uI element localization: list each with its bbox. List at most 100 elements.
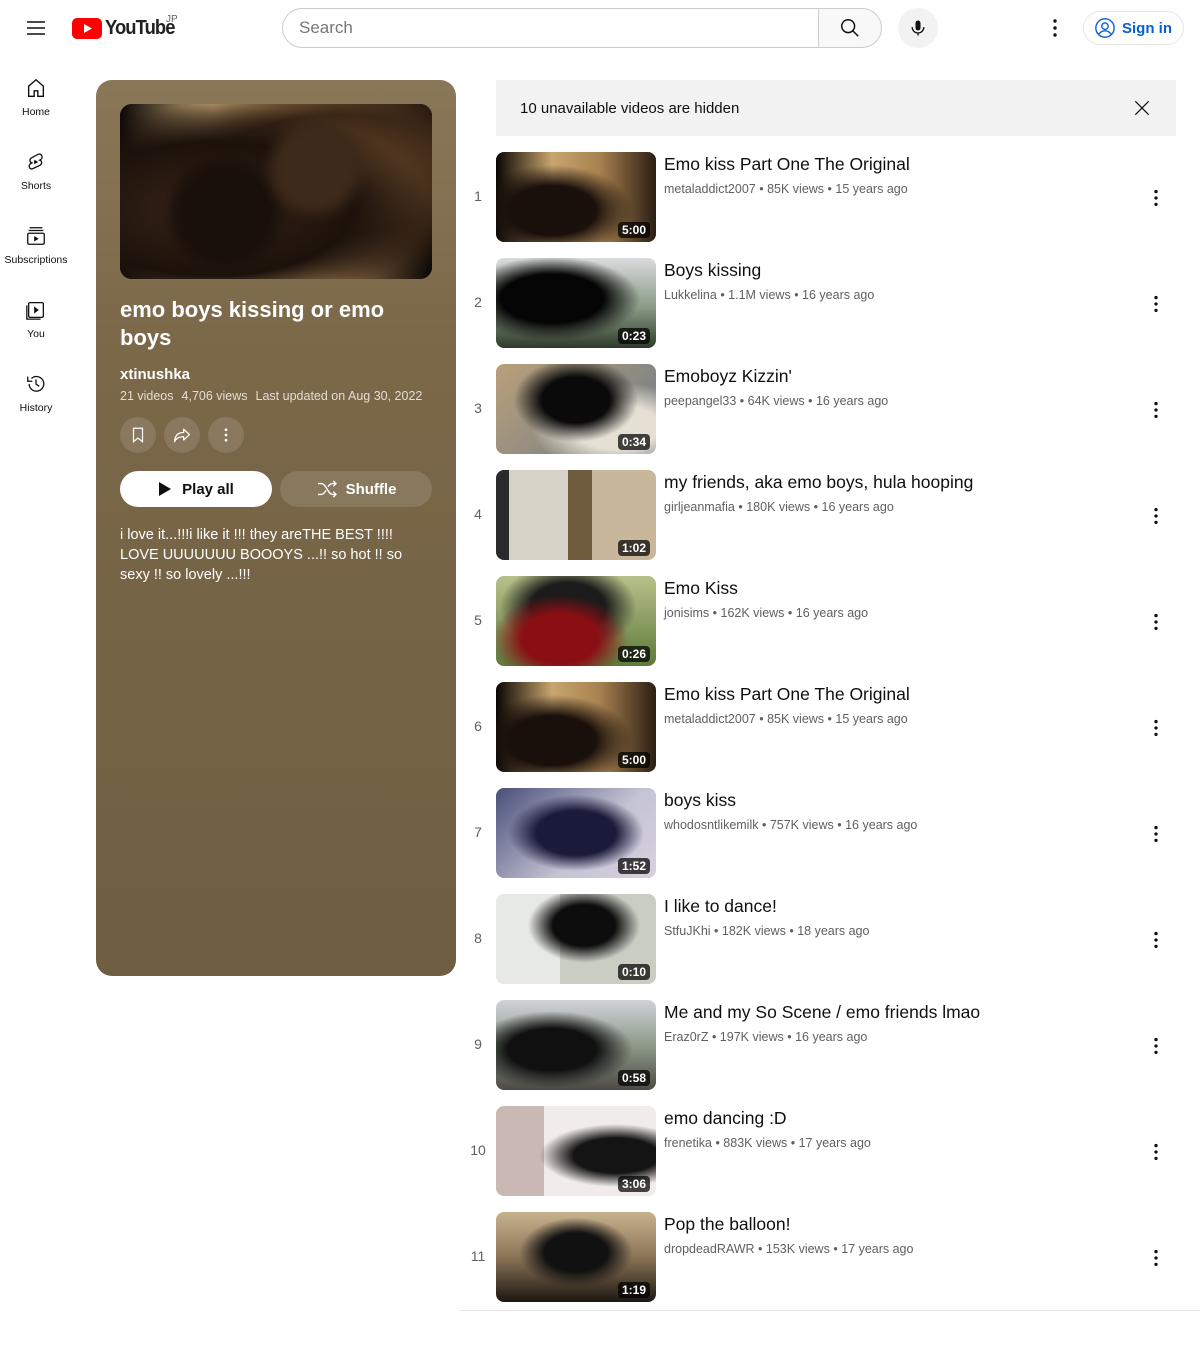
video-title[interactable]: Emoboyz Kizzin' — [664, 364, 792, 388]
video-thumbnail[interactable]: 0:58 — [496, 1000, 656, 1090]
video-index: 5 — [474, 612, 482, 628]
meta-separator: • — [794, 288, 803, 302]
more-vert-icon — [1154, 295, 1158, 313]
search-input[interactable] — [282, 8, 818, 48]
search-button[interactable] — [818, 8, 882, 48]
channel-name[interactable]: girljeanmafia — [664, 500, 735, 514]
video-menu-button[interactable] — [1136, 920, 1176, 960]
video-thumbnail[interactable]: 3:06 — [496, 1106, 656, 1196]
playlist-video-row[interactable]: 6 5:00 Emo kiss Part One The Original me… — [460, 678, 1200, 784]
playlist-video-row[interactable]: 1 5:00 Emo kiss Part One The Original me… — [460, 148, 1200, 254]
playlist-video-row[interactable]: 10 3:06 emo dancing :D frenetika • 883K … — [460, 1102, 1200, 1208]
playlist-video-row[interactable]: 2 0:23 Boys kissing Lukkelina • 1.1M vie… — [460, 254, 1200, 360]
mini-guide: Home Shorts Subscriptions You History — [0, 56, 72, 426]
play-all-button[interactable]: Play all — [120, 471, 272, 507]
video-menu-button[interactable] — [1136, 390, 1176, 430]
guide-item-history[interactable]: History — [0, 352, 72, 426]
shuffle-button[interactable]: Shuffle — [280, 471, 432, 507]
video-duration-badge: 5:00 — [617, 222, 650, 238]
meta-separator: • — [790, 1136, 799, 1150]
channel-name[interactable]: metaladdict2007 — [664, 712, 756, 726]
video-title[interactable]: Emo kiss Part One The Original — [664, 152, 910, 176]
video-title[interactable]: Emo kiss Part One The Original — [664, 682, 910, 706]
playlist-actions — [120, 417, 432, 453]
video-title[interactable]: Emo Kiss — [664, 576, 738, 600]
video-menu-button[interactable] — [1136, 1238, 1176, 1278]
guide-item-shorts[interactable]: Shorts — [0, 130, 72, 204]
video-title[interactable]: Boys kissing — [664, 258, 761, 282]
channel-name[interactable]: frenetika — [664, 1136, 712, 1150]
video-menu-button[interactable] — [1136, 284, 1176, 324]
video-thumbnail[interactable]: 1:02 — [496, 470, 656, 560]
playlist-video-row[interactable]: 9 0:58 Me and my So Scene / emo friends … — [460, 996, 1200, 1102]
sign-in-label: Sign in — [1122, 19, 1172, 37]
more-actions-button[interactable] — [208, 417, 244, 453]
home-icon — [24, 76, 48, 100]
meta-separator: • — [714, 924, 722, 938]
video-thumbnail[interactable]: 1:19 — [496, 1212, 656, 1302]
channel-name[interactable]: whodosntlikemilk — [664, 818, 758, 832]
settings-menu-button[interactable] — [1035, 8, 1075, 48]
meta-separator: • — [787, 1030, 796, 1044]
sign-in-button[interactable]: Sign in — [1083, 11, 1184, 45]
video-index: 1 — [474, 188, 482, 204]
channel-name[interactable]: peepangel33 — [664, 394, 736, 408]
video-menu-button[interactable] — [1136, 814, 1176, 854]
video-title[interactable]: I like to dance! — [664, 894, 777, 918]
save-playlist-button[interactable] — [120, 417, 156, 453]
video-thumbnail[interactable]: 1:52 — [496, 788, 656, 878]
video-title[interactable]: emo dancing :D — [664, 1106, 787, 1130]
video-title[interactable]: Me and my So Scene / emo friends lmao — [664, 1000, 980, 1024]
youtube-logo[interactable]: YouTube — [72, 17, 181, 39]
playlist-video-row[interactable]: 7 1:52 boys kiss whodosntlikemilk • 757K… — [460, 784, 1200, 890]
dismiss-alert-button[interactable] — [1124, 90, 1160, 126]
video-thumbnail[interactable]: 0:26 — [496, 576, 656, 666]
channel-name[interactable]: StfuJKhi — [664, 924, 711, 938]
guide-item-subscriptions[interactable]: Subscriptions — [0, 204, 72, 278]
share-button[interactable] — [164, 417, 200, 453]
video-menu-button[interactable] — [1136, 1026, 1176, 1066]
video-thumbnail[interactable]: 5:00 — [496, 152, 656, 242]
video-title[interactable]: boys kiss — [664, 788, 736, 812]
video-metadata: girljeanmafia • 180K views • 16 years ag… — [664, 500, 894, 514]
playlist-video-row[interactable]: 5 0:26 Emo Kiss jonisims • 162K views • … — [460, 572, 1200, 678]
video-thumbnail[interactable]: 5:00 — [496, 682, 656, 772]
video-title[interactable]: Pop the balloon! — [664, 1212, 791, 1236]
playlist-owner-link[interactable]: xtinushka — [120, 366, 432, 383]
video-menu-button[interactable] — [1136, 708, 1176, 748]
logo-wordmark: YouTube — [105, 16, 175, 39]
playlist-video-row[interactable]: 11 1:19 Pop the balloon! dropdeadRAWR • … — [460, 1208, 1200, 1314]
video-menu-button[interactable] — [1136, 602, 1176, 642]
channel-name[interactable]: Eraz0rZ — [664, 1030, 708, 1044]
search-box — [282, 8, 882, 48]
channel-name[interactable]: metaladdict2007 — [664, 182, 756, 196]
video-thumbnail[interactable]: 0:23 — [496, 258, 656, 348]
channel-name[interactable]: dropdeadRAWR — [664, 1242, 755, 1256]
guide-item-you[interactable]: You — [0, 278, 72, 352]
video-title[interactable]: my friends, aka emo boys, hula hooping — [664, 470, 973, 494]
channel-name[interactable]: jonisims — [664, 606, 709, 620]
playlist-thumbnail[interactable] — [120, 104, 432, 279]
video-metadata: metaladdict2007 • 85K views • 15 years a… — [664, 712, 908, 726]
video-age: 16 years ago — [821, 500, 894, 514]
video-menu-button[interactable] — [1136, 1132, 1176, 1172]
playlist-video-row[interactable]: 4 1:02 my friends, aka emo boys, hula ho… — [460, 466, 1200, 572]
video-thumbnail[interactable]: 0:10 — [496, 894, 656, 984]
subscriptions-icon — [24, 224, 48, 248]
video-menu-button[interactable] — [1136, 496, 1176, 536]
channel-name[interactable]: Lukkelina — [664, 288, 717, 302]
video-duration-badge: 1:02 — [617, 540, 650, 556]
video-menu-button[interactable] — [1136, 178, 1176, 218]
voice-search-button[interactable] — [898, 8, 938, 48]
video-thumbnail[interactable]: 0:34 — [496, 364, 656, 454]
video-views: 153K views — [765, 1242, 830, 1256]
meta-separator: • — [759, 712, 768, 726]
guide-menu-button[interactable] — [16, 8, 56, 48]
playlist-video-row[interactable]: 3 0:34 Emoboyz Kizzin' peepangel33 • 64K… — [460, 360, 1200, 466]
video-age: 16 years ago — [815, 394, 889, 408]
guide-item-label: Subscriptions — [4, 254, 68, 266]
guide-item-home[interactable]: Home — [0, 56, 72, 130]
playlist-video-row[interactable]: 8 0:10 I like to dance! StfuJKhi • 182K … — [460, 890, 1200, 996]
meta-separator: • — [711, 1030, 720, 1044]
video-duration-badge: 0:34 — [617, 434, 650, 450]
